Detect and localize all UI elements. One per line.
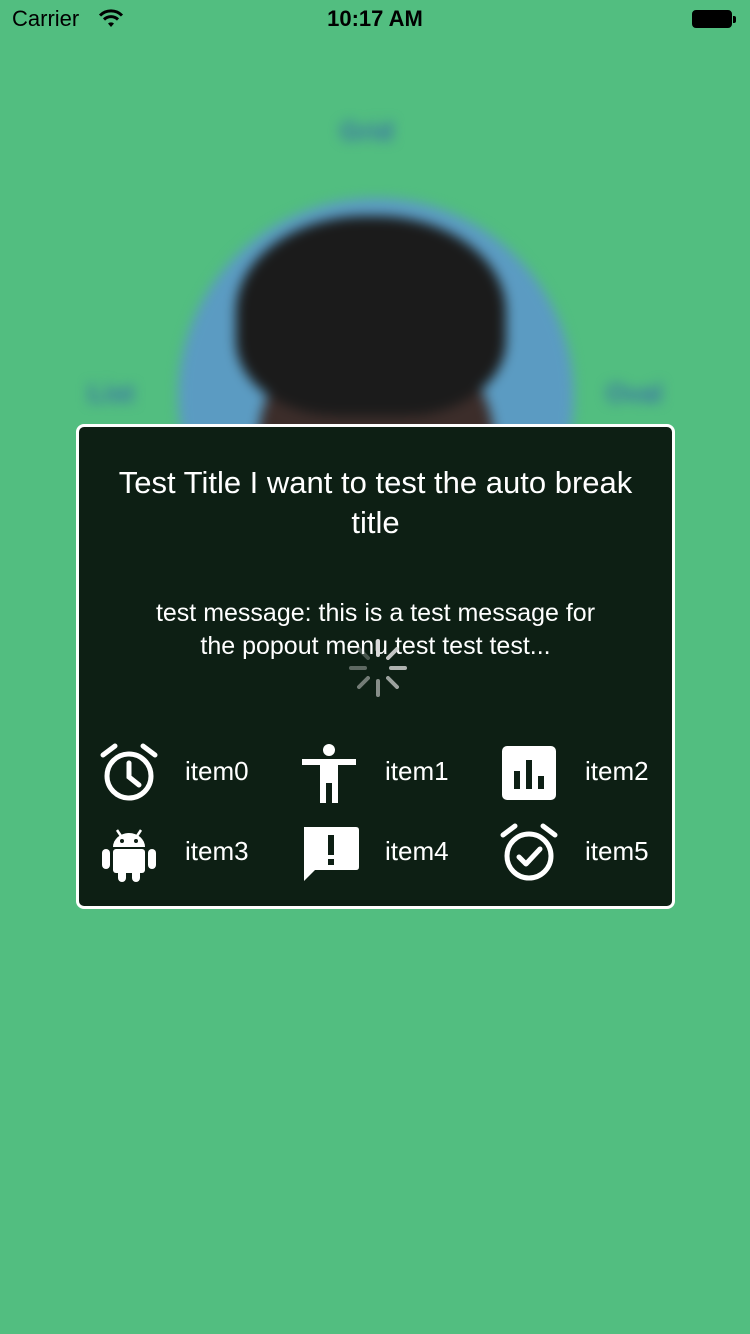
feedback-icon bbox=[304, 827, 359, 881]
menu-item-label: item4 bbox=[385, 836, 449, 866]
menu-item-5[interactable]: item5 bbox=[489, 820, 679, 886]
popout-menu: Test Title I want to test the auto break… bbox=[76, 424, 675, 909]
alarm-check-icon bbox=[500, 823, 558, 881]
menu-item-label: item5 bbox=[585, 836, 649, 866]
menu-item-4[interactable]: item4 bbox=[289, 820, 479, 886]
menu-item-2[interactable]: item2 bbox=[489, 740, 679, 806]
menu-item-1[interactable]: item1 bbox=[289, 740, 479, 806]
status-bar: Carrier 10:17 AM bbox=[0, 0, 750, 40]
menu-item-label: item1 bbox=[385, 756, 449, 786]
loading-spinner-icon bbox=[349, 639, 407, 697]
menu-item-0[interactable]: item0 bbox=[89, 740, 279, 806]
menu-item-label: item3 bbox=[185, 836, 249, 866]
android-icon bbox=[102, 829, 156, 882]
popout-title: Test Title I want to test the auto break… bbox=[118, 465, 633, 540]
list-label: List bbox=[88, 378, 135, 408]
menu-item-3[interactable]: item3 bbox=[89, 820, 279, 886]
clock: 10:17 AM bbox=[327, 6, 423, 31]
alarm-clock-icon bbox=[100, 743, 158, 801]
accessibility-icon bbox=[302, 744, 356, 803]
bar-chart-icon bbox=[502, 746, 556, 800]
menu-item-label: item0 bbox=[185, 756, 249, 786]
grid-label: Grid bbox=[340, 116, 394, 146]
battery-icon bbox=[692, 10, 738, 30]
menu-item-label: item2 bbox=[585, 756, 649, 786]
oval-label: Oval bbox=[606, 378, 663, 408]
